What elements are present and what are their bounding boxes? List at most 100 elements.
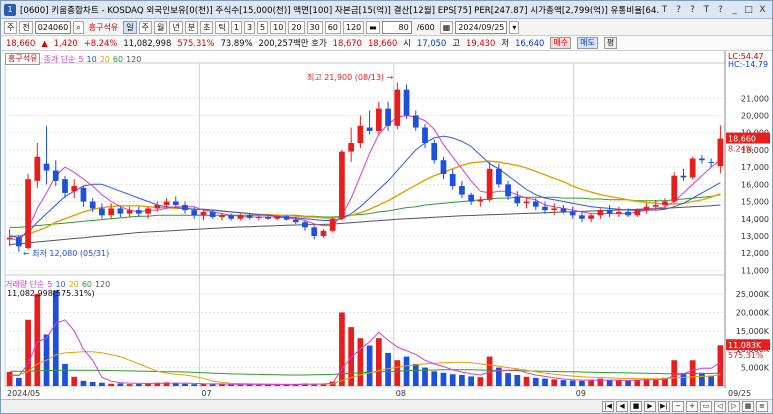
volume-bar bbox=[6, 372, 13, 386]
volume-bar bbox=[588, 379, 595, 386]
volume-bar bbox=[625, 380, 631, 386]
ruler-icon[interactable]: ▬ bbox=[366, 20, 380, 34]
candle-body bbox=[265, 217, 271, 219]
candle-body bbox=[412, 115, 419, 128]
candle-body bbox=[154, 204, 161, 209]
period-year[interactable]: 년 bbox=[169, 20, 183, 34]
first-page-icon[interactable]: |◀ bbox=[602, 401, 614, 412]
candle-body bbox=[708, 161, 715, 163]
price-tick-label: 21,000 bbox=[741, 94, 769, 103]
fit-icon[interactable]: ▭ bbox=[700, 401, 712, 412]
minute-120[interactable]: 120 bbox=[342, 20, 365, 34]
last-page-icon[interactable]: ▶| bbox=[658, 401, 670, 412]
stop-icon[interactable]: ■ bbox=[630, 401, 642, 412]
minute-1[interactable]: 1 bbox=[230, 20, 242, 34]
stock-code-input[interactable]: 024060 bbox=[34, 20, 72, 34]
period-minute[interactable]: 분 bbox=[184, 20, 199, 34]
candle-body bbox=[80, 187, 87, 202]
settings-button[interactable]: ? bbox=[687, 4, 698, 16]
app-number-badge: 1 bbox=[4, 3, 16, 16]
prev-icon[interactable]: ◀ bbox=[616, 401, 628, 412]
pin-button[interactable]: T bbox=[701, 4, 712, 16]
price-tick-label: 20,000 bbox=[741, 111, 769, 120]
candle-body bbox=[237, 215, 244, 219]
candle-body bbox=[34, 156, 41, 181]
candle-body bbox=[145, 208, 151, 214]
legend-stock-name[interactable]: 흥구석유 bbox=[5, 53, 41, 65]
low-price: 16,640 bbox=[515, 38, 545, 48]
volume-bar bbox=[172, 383, 179, 386]
candle-body bbox=[246, 215, 253, 218]
x-axis-last-label: 09/25 bbox=[728, 389, 751, 398]
minute-3[interactable]: 3 bbox=[243, 20, 256, 34]
candle-body bbox=[514, 196, 521, 204]
minute-5[interactable]: 5 bbox=[257, 20, 269, 34]
x-axis-label: 07 bbox=[201, 389, 211, 398]
candle-body bbox=[302, 222, 308, 228]
volume-bar bbox=[71, 376, 78, 386]
all-select[interactable]: 전 bbox=[19, 20, 33, 34]
volume-tick-label: 5,000K bbox=[741, 364, 770, 373]
scroll-left-icon[interactable]: ◁ bbox=[714, 401, 726, 412]
chevron-down-icon[interactable]: ▾ bbox=[509, 20, 520, 34]
volume-bar bbox=[108, 383, 115, 386]
volume-bar bbox=[708, 375, 715, 386]
volume-bar bbox=[615, 380, 622, 386]
candle-body bbox=[43, 163, 50, 171]
buy-button[interactable]: 매수 bbox=[550, 37, 572, 49]
date-input[interactable]: 2024/09/25 bbox=[455, 20, 508, 34]
ask-price: 18,670 bbox=[332, 38, 362, 48]
minute-20[interactable]: 20 bbox=[288, 20, 305, 34]
price-tick-label: 17,000 bbox=[741, 163, 769, 172]
help-button[interactable]: ? bbox=[673, 4, 684, 16]
text-mode-button[interactable]: T bbox=[659, 4, 670, 16]
zoom-out-icon[interactable]: − bbox=[672, 401, 684, 412]
volume-bar bbox=[652, 379, 659, 386]
minute-10[interactable]: 10 bbox=[270, 20, 287, 34]
candle-body bbox=[200, 211, 207, 216]
avg-button[interactable]: 평 bbox=[603, 37, 618, 49]
volume-bar bbox=[25, 319, 31, 386]
close-button[interactable]: X bbox=[757, 4, 768, 16]
candle-body bbox=[560, 208, 567, 212]
period-month[interactable]: 월 bbox=[153, 20, 168, 34]
candle-body bbox=[652, 204, 659, 207]
volume-bar bbox=[505, 373, 511, 386]
period-second[interactable]: 초 bbox=[200, 20, 214, 34]
stock-chart[interactable]: 11,000 12,000 13,000 14,000 15,000 16,000 17,0… bbox=[1, 51, 772, 399]
grid-icon[interactable]: ▦ bbox=[742, 401, 754, 412]
count-input[interactable]: 80 bbox=[381, 20, 412, 34]
candle-body bbox=[579, 215, 585, 219]
info-button[interactable]: ? bbox=[715, 4, 726, 16]
chart-list-icon[interactable]: ≡ bbox=[756, 401, 768, 412]
period-week[interactable]: 주 bbox=[138, 20, 152, 34]
rate-tag-text: 8.24% bbox=[728, 145, 754, 154]
search-icon[interactable]: ⌕ bbox=[73, 20, 84, 34]
minimize-button[interactable]: _ bbox=[729, 4, 740, 16]
minute-30[interactable]: 30 bbox=[306, 20, 323, 34]
candle-body bbox=[163, 201, 170, 205]
minute-60[interactable]: 60 bbox=[324, 20, 341, 34]
period-day[interactable]: 일 bbox=[123, 20, 137, 34]
high-annotation: 최고 21,900 (08/13) → bbox=[307, 72, 394, 82]
volume-bar bbox=[191, 384, 198, 386]
candle-body bbox=[71, 186, 78, 192]
candle-body bbox=[625, 211, 631, 216]
volume-tag-text: 11,083K bbox=[728, 341, 762, 350]
next-icon[interactable]: ▶ bbox=[644, 401, 656, 412]
volume-bar bbox=[542, 378, 548, 386]
candle-body bbox=[459, 186, 465, 195]
period-tick[interactable]: 틱 bbox=[215, 20, 229, 34]
volume-bar bbox=[52, 290, 59, 386]
sell-button[interactable]: 매도 bbox=[577, 37, 598, 49]
title-bar: 1 [0600] 키움종합차트 - KOSDAQ 외국인보유[0(천)] 주식수… bbox=[1, 1, 772, 19]
market-select[interactable]: 주 bbox=[4, 20, 18, 34]
zoom-in-icon[interactable]: + bbox=[686, 401, 698, 412]
maximize-button[interactable]: □ bbox=[743, 4, 754, 16]
legend-ma-120: 120 bbox=[126, 54, 142, 64]
calendar-icon[interactable]: ▦ bbox=[439, 20, 454, 34]
candle-body bbox=[292, 219, 299, 223]
scroll-right-icon[interactable]: ▷ bbox=[728, 401, 740, 412]
candle-body bbox=[468, 194, 475, 202]
candle-body bbox=[89, 201, 96, 209]
